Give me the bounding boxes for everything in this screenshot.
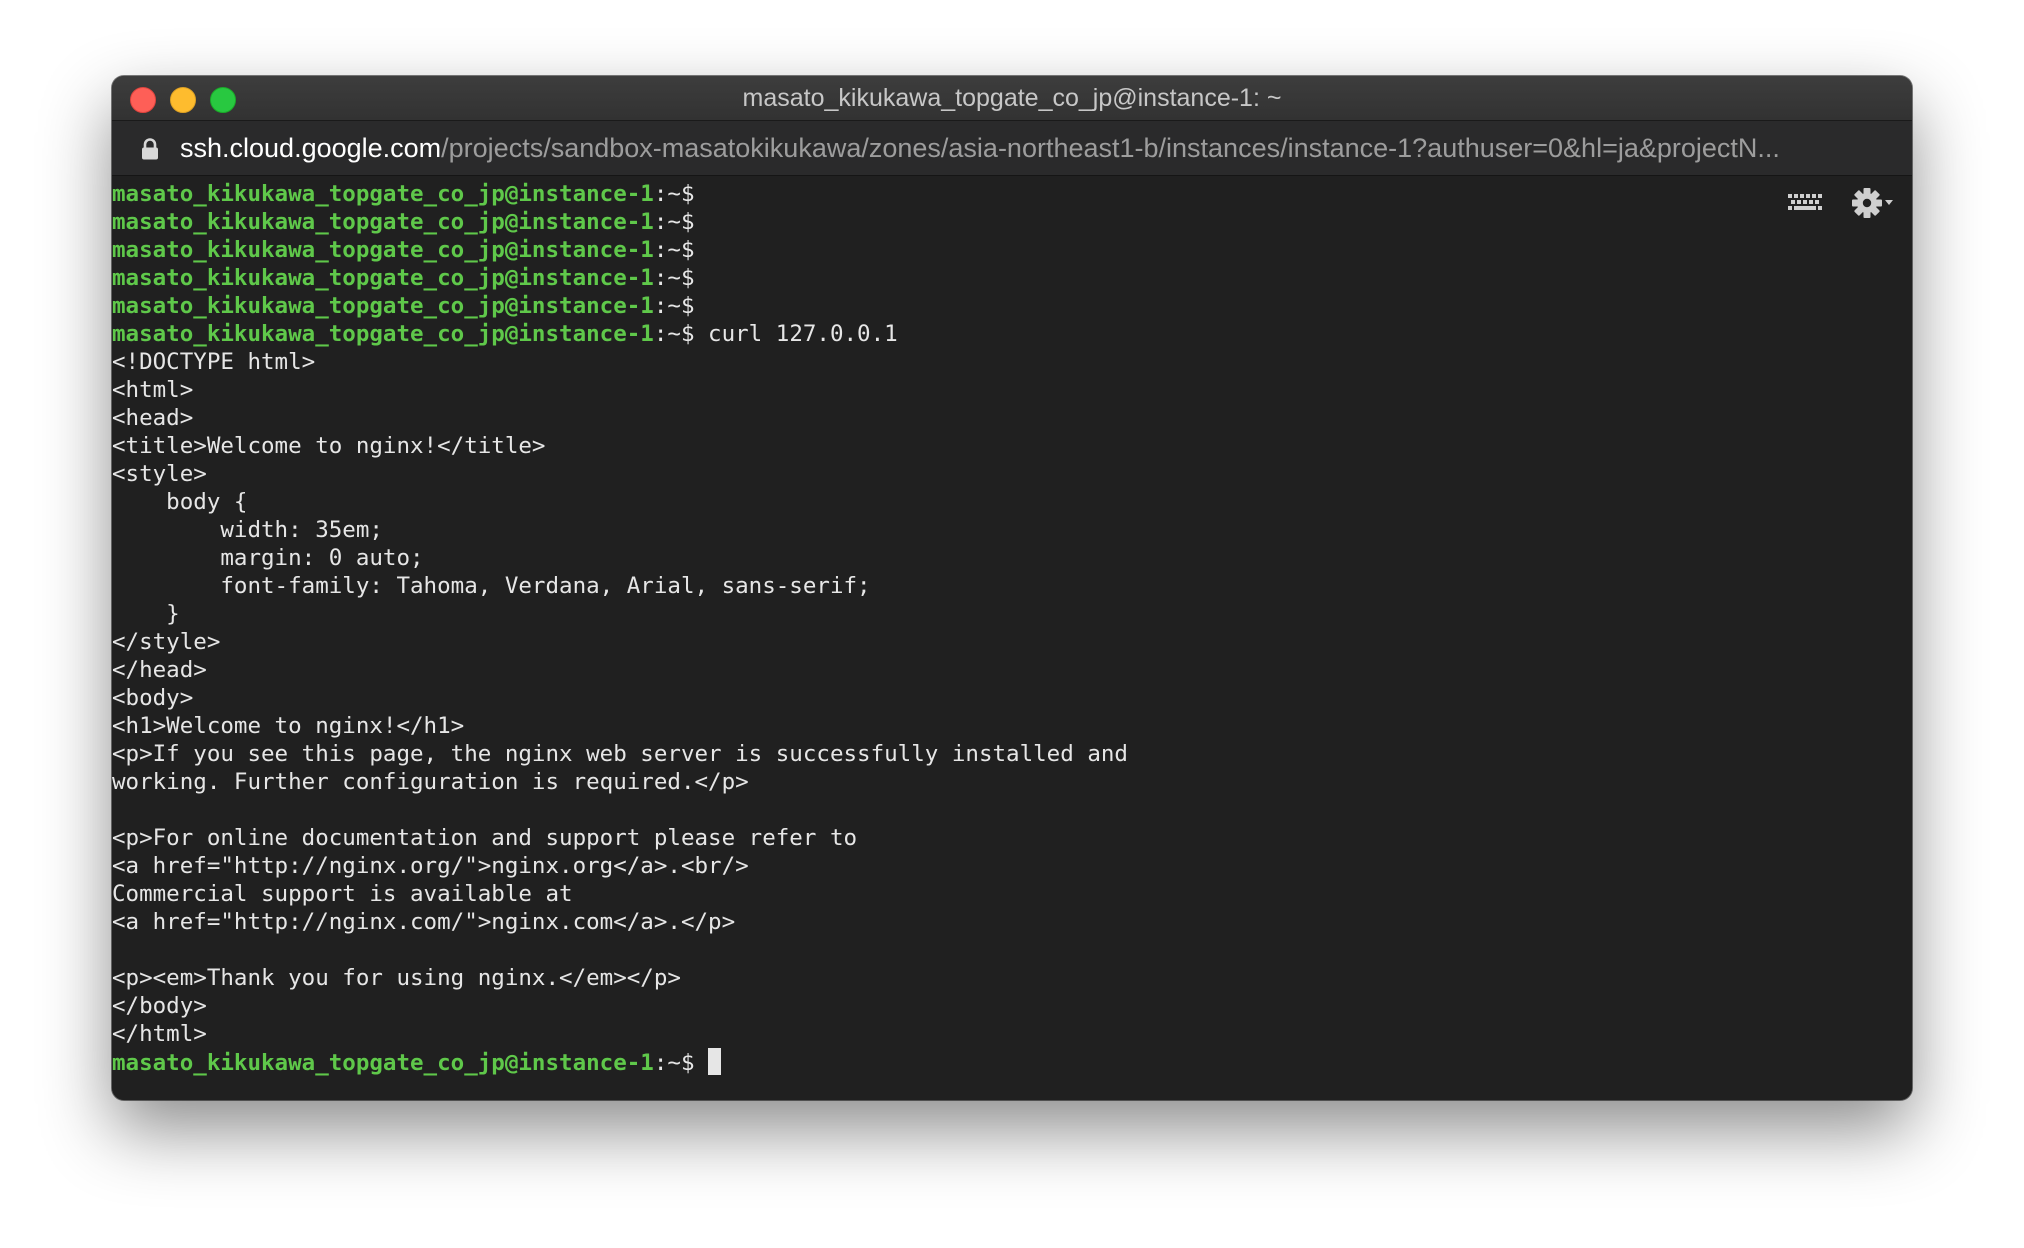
- output-line: </head>: [112, 657, 207, 683]
- output-line: <h1>Welcome to nginx!</h1>: [112, 713, 465, 739]
- output-line: <head>: [112, 405, 194, 431]
- settings-menu-button[interactable]: [1850, 186, 1894, 220]
- output-line: <body>: [112, 685, 194, 711]
- output-line: working. Further configuration is requir…: [112, 769, 749, 795]
- prompt-suffix: :~$: [653, 1050, 695, 1076]
- prompt-line: masato_kikukawa_topgate_co_jp@instance-1…: [112, 292, 1128, 320]
- prompt-suffix: :~$: [653, 293, 695, 319]
- prompt-line: masato_kikukawa_topgate_co_jp@instance-1…: [112, 320, 1128, 348]
- terminal-output: masato_kikukawa_topgate_co_jp@instance-1…: [112, 180, 1128, 1076]
- prompt-user: masato_kikukawa_topgate_co_jp@instance-1: [112, 209, 654, 235]
- output-line: body {: [112, 489, 248, 515]
- gear-icon: [1852, 188, 1882, 218]
- ssh-browser-window: masato_kikukawa_topgate_co_jp@instance-1…: [112, 76, 1912, 1100]
- terminal-cursor: [708, 1048, 722, 1075]
- prompt-suffix: :~$: [653, 237, 695, 263]
- address-bar[interactable]: ssh.cloud.google.com/projects/sandbox-ma…: [112, 121, 1912, 176]
- output-line: Commercial support is available at: [112, 881, 573, 907]
- prompt-line: masato_kikukawa_topgate_co_jp@instance-1…: [112, 1048, 1128, 1076]
- prompt-user: masato_kikukawa_topgate_co_jp@instance-1: [112, 293, 654, 319]
- output-line: <a href="http://nginx.com/">nginx.com</a…: [112, 909, 736, 935]
- title-bar[interactable]: masato_kikukawa_topgate_co_jp@instance-1…: [112, 76, 1912, 121]
- output-line: font-family: Tahoma, Verdana, Arial, san…: [112, 573, 871, 599]
- lock-icon: [142, 138, 158, 160]
- output-line: <p><em>Thank you for using nginx.</em></…: [112, 965, 681, 991]
- output-line: <p>For online documentation and support …: [112, 825, 858, 851]
- prompt-user: masato_kikukawa_topgate_co_jp@instance-1: [112, 321, 654, 347]
- command-text: curl 127.0.0.1: [694, 321, 898, 347]
- output-line: }: [112, 601, 180, 627]
- output-line: <html>: [112, 377, 194, 403]
- output-line: <p>If you see this page, the nginx web s…: [112, 741, 1128, 767]
- prompt-line: masato_kikukawa_topgate_co_jp@instance-1…: [112, 180, 1128, 208]
- prompt-suffix: :~$: [653, 265, 695, 291]
- output-line: width: 35em;: [112, 517, 383, 543]
- output-line: margin: 0 auto;: [112, 545, 424, 571]
- prompt-suffix: :~$: [653, 181, 695, 207]
- terminal-area[interactable]: masato_kikukawa_topgate_co_jp@instance-1…: [112, 176, 1912, 1100]
- prompt-user: masato_kikukawa_topgate_co_jp@instance-1: [112, 1050, 654, 1076]
- output-line: <style>: [112, 461, 207, 487]
- prompt-user: masato_kikukawa_topgate_co_jp@instance-1: [112, 265, 654, 291]
- output-line: <title>Welcome to nginx!</title>: [112, 433, 546, 459]
- keyboard-button[interactable]: [1786, 191, 1826, 215]
- output-line: </body>: [112, 993, 207, 1019]
- prompt-suffix: :~$: [653, 321, 695, 347]
- command-text: [695, 1050, 709, 1076]
- output-line: </style>: [112, 629, 221, 655]
- prompt-user: masato_kikukawa_topgate_co_jp@instance-1: [112, 181, 654, 207]
- keyboard-icon: [1788, 194, 1822, 210]
- output-line: <a href="http://nginx.org/">nginx.org</a…: [112, 853, 749, 879]
- output-line: <!DOCTYPE html>: [112, 349, 316, 375]
- page-url[interactable]: ssh.cloud.google.com/projects/sandbox-ma…: [180, 121, 1872, 175]
- prompt-line: masato_kikukawa_topgate_co_jp@instance-1…: [112, 264, 1128, 292]
- window-title: masato_kikukawa_topgate_co_jp@instance-1…: [742, 84, 1282, 112]
- url-path: /projects/sandbox-masatokikukawa/zones/a…: [441, 133, 1780, 163]
- terminal-toolbar: [1786, 186, 1894, 220]
- output-line: </html>: [112, 1021, 207, 1047]
- prompt-suffix: :~$: [653, 209, 695, 235]
- prompt-line: masato_kikukawa_topgate_co_jp@instance-1…: [112, 208, 1128, 236]
- prompt-user: masato_kikukawa_topgate_co_jp@instance-1: [112, 237, 654, 263]
- url-host: ssh.cloud.google.com: [180, 133, 442, 163]
- prompt-line: masato_kikukawa_topgate_co_jp@instance-1…: [112, 236, 1128, 264]
- chevron-down-icon: [1885, 200, 1893, 205]
